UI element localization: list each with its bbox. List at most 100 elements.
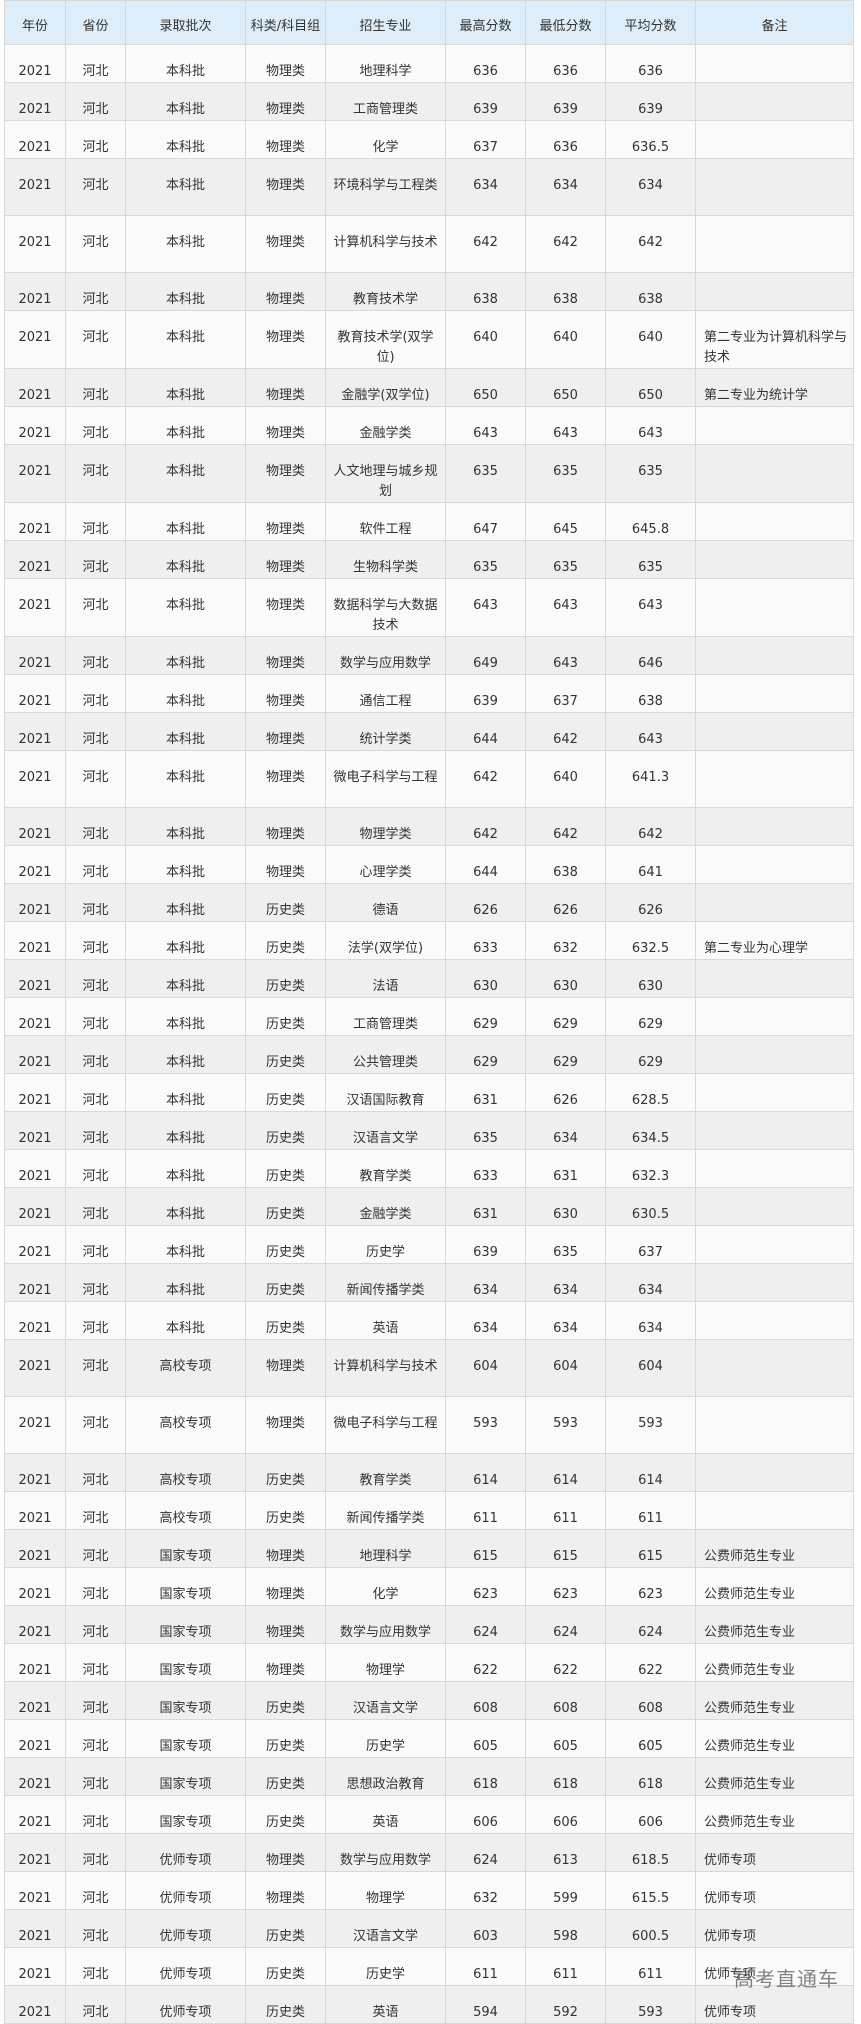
cell-min-score: 638 xyxy=(525,845,606,884)
cell-max-score: 639 xyxy=(445,1225,526,1264)
table-row: 2021 河北 国家专项 物理类 数学与应用数学 624 624 624 公费师范生专业 xyxy=(4,1605,854,1644)
cell-subject-group: 历史类 xyxy=(245,959,326,998)
cell-year: 2021 xyxy=(4,1833,66,1872)
cell-major: 微电子科学与工程 xyxy=(325,750,446,808)
cell-max-score: 624 xyxy=(445,1833,526,1872)
cell-batch: 本科批 xyxy=(125,959,246,998)
cell-major: 汉语言文学 xyxy=(325,1909,446,1948)
table-row: 2021 河北 本科批 物理类 生物科学类 635 635 635 xyxy=(4,540,854,579)
cell-major: 物理学 xyxy=(325,1871,446,1910)
cell-year: 2021 xyxy=(4,215,66,273)
table-row: 2021 河北 国家专项 物理类 地理科学 615 615 615 公费师范生专业 xyxy=(4,1529,854,1568)
cell-avg-score: 614 xyxy=(605,1453,696,1492)
cell-major: 工商管理类 xyxy=(325,82,446,121)
cell-province: 河北 xyxy=(65,1985,126,2024)
cell-province: 河北 xyxy=(65,1491,126,1530)
cell-max-score: 647 xyxy=(445,502,526,541)
cell-province: 河北 xyxy=(65,444,126,503)
table-row: 2021 河北 优师专项 历史类 英语 594 592 593 优师专项 xyxy=(4,1985,854,2024)
cell-min-score: 636 xyxy=(525,120,606,159)
cell-subject-group: 物理类 xyxy=(245,674,326,713)
cell-major: 教育技术学 xyxy=(325,272,446,311)
cell-batch: 国家专项 xyxy=(125,1529,246,1568)
cell-major: 微电子科学与工程 xyxy=(325,1396,446,1454)
cell-year: 2021 xyxy=(4,636,66,675)
cell-province: 河北 xyxy=(65,1149,126,1188)
cell-year: 2021 xyxy=(4,845,66,884)
cell-year: 2021 xyxy=(4,1187,66,1226)
cell-max-score: 631 xyxy=(445,1187,526,1226)
cell-year: 2021 xyxy=(4,997,66,1036)
cell-batch: 本科批 xyxy=(125,120,246,159)
cell-min-score: 643 xyxy=(525,406,606,445)
cell-major: 汉语言文学 xyxy=(325,1681,446,1720)
table-row: 2021 河北 国家专项 历史类 历史学 605 605 605 公费师范生专业 xyxy=(4,1719,854,1758)
cell-subject-group: 历史类 xyxy=(245,1225,326,1264)
cell-subject-group: 物理类 xyxy=(245,540,326,579)
cell-major: 数学与应用数学 xyxy=(325,1605,446,1644)
cell-major: 历史学 xyxy=(325,1719,446,1758)
cell-min-score: 635 xyxy=(525,1225,606,1264)
cell-max-score: 614 xyxy=(445,1453,526,1492)
cell-note xyxy=(695,1149,854,1188)
cell-avg-score: 640 xyxy=(605,310,696,369)
cell-year: 2021 xyxy=(4,750,66,808)
cell-min-score: 642 xyxy=(525,215,606,273)
cell-note xyxy=(695,120,854,159)
cell-batch: 优师专项 xyxy=(125,1985,246,2024)
cell-note: 第二专业为计算机科学与技术 xyxy=(695,310,854,369)
cell-avg-score: 611 xyxy=(605,1947,696,1986)
cell-batch: 本科批 xyxy=(125,1263,246,1302)
table-row: 2021 河北 本科批 物理类 软件工程 647 645 645.8 xyxy=(4,502,854,541)
cell-year: 2021 xyxy=(4,1719,66,1758)
cell-batch: 优师专项 xyxy=(125,1871,246,1910)
cell-avg-score: 615.5 xyxy=(605,1871,696,1910)
cell-avg-score: 632.3 xyxy=(605,1149,696,1188)
cell-province: 河北 xyxy=(65,120,126,159)
cell-note xyxy=(695,502,854,541)
cell-max-score: 634 xyxy=(445,1301,526,1340)
header-province: 省份 xyxy=(65,0,126,45)
cell-max-score: 632 xyxy=(445,1871,526,1910)
cell-subject-group: 物理类 xyxy=(245,1643,326,1682)
cell-avg-score: 650 xyxy=(605,368,696,407)
cell-batch: 本科批 xyxy=(125,750,246,808)
cell-subject-group: 物理类 xyxy=(245,1871,326,1910)
cell-province: 河北 xyxy=(65,1111,126,1150)
cell-subject-group: 物理类 xyxy=(245,406,326,445)
cell-major: 数学与应用数学 xyxy=(325,636,446,675)
cell-max-score: 643 xyxy=(445,578,526,637)
cell-note xyxy=(695,1263,854,1302)
cell-avg-score: 622 xyxy=(605,1643,696,1682)
cell-subject-group: 物理类 xyxy=(245,502,326,541)
cell-batch: 本科批 xyxy=(125,636,246,675)
cell-year: 2021 xyxy=(4,921,66,960)
cell-subject-group: 历史类 xyxy=(245,1795,326,1834)
table-row: 2021 河北 国家专项 物理类 化学 623 623 623 公费师范生专业 xyxy=(4,1567,854,1606)
cell-year: 2021 xyxy=(4,1529,66,1568)
cell-major: 软件工程 xyxy=(325,502,446,541)
cell-province: 河北 xyxy=(65,921,126,960)
cell-avg-score: 634 xyxy=(605,158,696,216)
cell-max-score: 644 xyxy=(445,712,526,751)
cell-min-score: 642 xyxy=(525,712,606,751)
cell-note xyxy=(695,1491,854,1530)
cell-note xyxy=(695,1111,854,1150)
cell-subject-group: 历史类 xyxy=(245,921,326,960)
cell-major: 英语 xyxy=(325,1301,446,1340)
cell-avg-score: 606 xyxy=(605,1795,696,1834)
cell-note xyxy=(695,272,854,311)
cell-avg-score: 605 xyxy=(605,1719,696,1758)
cell-major: 历史学 xyxy=(325,1225,446,1264)
cell-subject-group: 物理类 xyxy=(245,1833,326,1872)
cell-max-score: 629 xyxy=(445,1035,526,1074)
cell-avg-score: 638 xyxy=(605,674,696,713)
cell-min-score: 618 xyxy=(525,1757,606,1796)
table-row: 2021 河北 本科批 物理类 化学 637 636 636.5 xyxy=(4,120,854,159)
cell-max-score: 629 xyxy=(445,997,526,1036)
cell-year: 2021 xyxy=(4,1396,66,1454)
header-batch: 录取批次 xyxy=(125,0,246,45)
cell-year: 2021 xyxy=(4,1985,66,2024)
cell-note xyxy=(695,1339,854,1397)
cell-max-score: 642 xyxy=(445,750,526,808)
